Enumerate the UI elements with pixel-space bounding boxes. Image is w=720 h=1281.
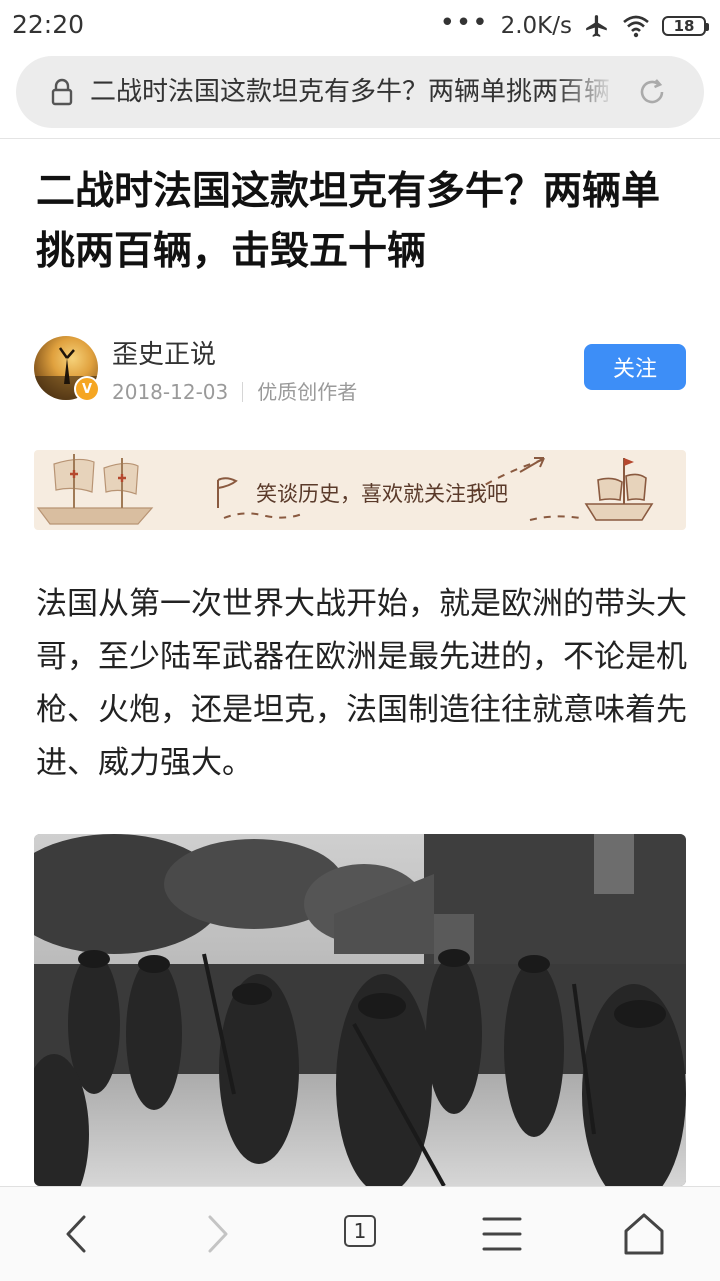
bottom-navigation: 1 [0, 1186, 720, 1281]
menu-icon [482, 1217, 522, 1251]
soldiers-photo [34, 834, 686, 1186]
article-title: 二战时法国这款坦克有多牛？两辆单挑两百辆，击毁五十辆 [36, 169, 661, 274]
battery-icon: 18 [662, 16, 709, 36]
tabs-icon: 1 [344, 1215, 376, 1247]
home-button[interactable] [614, 1207, 674, 1261]
more-dots-icon: ••• [439, 8, 489, 38]
wifi-icon [623, 15, 649, 38]
status-bar: 22:20 ••• 2.0K/s 18 [0, 0, 720, 52]
follow-banner[interactable]: 笑谈历史，喜欢就关注我吧 [34, 450, 686, 530]
lock-icon [51, 78, 73, 106]
status-time: 22:20 [12, 10, 85, 39]
author-row: V 歪史正说 2018-12-03 优质创作者 关注 [34, 334, 686, 404]
article-photo[interactable] [34, 834, 686, 1186]
address-fade [556, 66, 616, 118]
article-paragraph: 法国从第一次世界大战开始，就是欧洲的带头大哥，至少陆军武器在欧洲是最先进的，不论… [36, 586, 687, 781]
back-button[interactable] [46, 1207, 106, 1261]
author-name[interactable]: 歪史正说 [112, 334, 216, 371]
publish-date: 2018-12-03 [112, 380, 229, 404]
back-icon [66, 1215, 86, 1253]
airplane-icon [586, 15, 607, 37]
battery-level: 18 [673, 17, 695, 35]
network-speed: 2.0K/s [500, 13, 572, 39]
home-icon [624, 1213, 664, 1255]
top-divider [0, 138, 720, 139]
forward-button[interactable] [188, 1207, 248, 1261]
follow-button[interactable]: 关注 [584, 344, 686, 390]
banner-text: 笑谈历史，喜欢就关注我吧 [256, 482, 508, 506]
meta-divider [242, 382, 244, 402]
tabs-button[interactable]: 1 [332, 1207, 392, 1261]
reload-icon[interactable] [636, 76, 668, 108]
verified-badge-icon: V [74, 376, 100, 402]
author-meta: 2018-12-03 优质创作者 [112, 376, 357, 405]
address-bar[interactable]: 二战时法国这款坦克有多牛？两辆单挑两百辆，击毁五十辆 [16, 56, 704, 128]
address-text[interactable]: 二战时法国这款坦克有多牛？两辆单挑两百辆，击毁五十辆 [90, 74, 610, 110]
author-tag: 优质创作者 [257, 380, 358, 404]
forward-icon [208, 1215, 228, 1253]
menu-button[interactable] [472, 1207, 532, 1261]
status-indicators: ••• 2.0K/s 18 [439, 8, 709, 42]
